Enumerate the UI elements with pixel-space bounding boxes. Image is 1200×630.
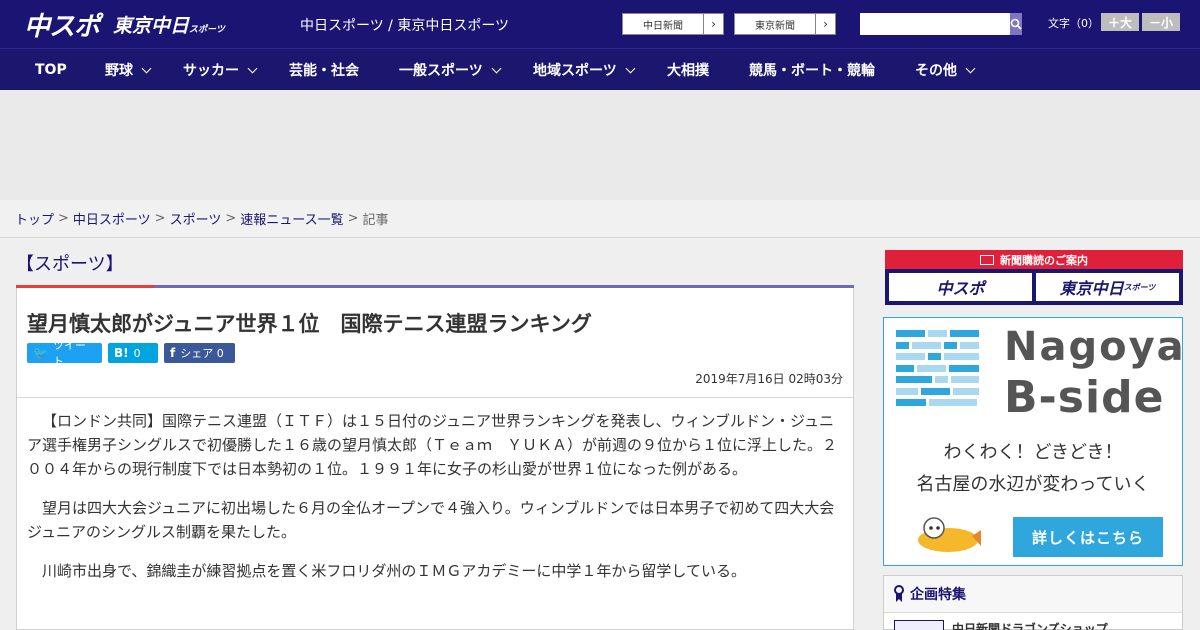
nav-item-entertainment[interactable]: 芸能・社会 [289,49,359,91]
ribbon-icon [894,585,904,602]
facebook-icon: f [170,346,176,360]
hatena-bookmark-button[interactable]: B! 0 [108,343,158,363]
twitter-icon: 🐦 [33,346,48,360]
ad-space [0,90,1200,200]
chevron-right-icon: › [815,14,835,34]
site-title: 中日スポーツ / 東京中日スポーツ [300,18,510,34]
search-box [860,13,1022,35]
dragons-shop-thumbnail [894,620,944,630]
font-size-label: 文字（0） [1048,17,1099,30]
nav-item-racing[interactable]: 競馬・ボート・競輪 [749,49,875,91]
font-larger-button[interactable]: ＋大 [1101,13,1139,31]
special-features-title: 企画特集 [910,587,966,603]
chevron-right-icon: › [703,14,723,34]
nav-item-top[interactable]: TOP [35,49,67,91]
main-nav: TOP 野球 サッカー 芸能・社会 一般スポーツ 地域スポーツ 大相撲 競馬・ボ… [0,48,1200,90]
nagoya-bside-ad[interactable]: Nagoya B-side わくわく！どきどき！ 名古屋の水辺が変わっていく 詳… [883,317,1186,566]
hatena-icon: B! [114,346,129,360]
chevron-down-icon [247,63,258,73]
bside-tagline-1: わくわく！どきどき！ [943,442,1123,463]
mascot-shrimp-icon [918,517,981,552]
article-category: 【スポーツ】 [16,254,124,275]
breadcrumb-news-list[interactable]: 速報ニュース一覧 [240,209,343,228]
subscription-banner[interactable]: 新聞購読のご案内 中スポ 東京中日 スポーツ [885,250,1183,305]
site-logo[interactable]: 中スポ 東京中日スポーツ [24,8,225,42]
nav-item-local-sports[interactable]: 地域スポーツ [533,49,636,91]
nav-item-soccer[interactable]: サッカー [183,49,258,91]
article-paragraph: 望月は四大大会ジュニアに初出場した６月の全仏オープンで４強入り。ウィンブルドンで… [27,499,835,541]
nav-item-general-sports[interactable]: 一般スポーツ [399,49,502,91]
tokyo-shimbun-link[interactable]: 東京新聞 › [734,13,836,35]
search-input[interactable] [860,13,1010,35]
breadcrumb: トップ > 中日スポーツ > スポーツ > 速報ニュース一覧 > 記事 [0,200,1200,238]
breadcrumb-chunichi-sports[interactable]: 中日スポーツ [73,209,151,228]
nav-item-baseball[interactable]: 野球 [105,49,152,91]
chevron-down-icon [965,63,976,73]
logo-chuspo: 中スポ [24,11,100,42]
facebook-share-button[interactable]: f シェア 0 [164,343,235,363]
article-paragraph: 川崎市出身で、錦織圭が練習拠点を置く米フロリダ州のＩＭＧアカデミーに中学１年から… [42,562,746,580]
subscribe-chuspo-button[interactable]: 中スポ [889,273,1032,301]
tweet-button[interactable]: 🐦 ツイート [27,339,102,368]
article-body: 【ロンドン共同】国際テニス連盟（ＩＴＦ）は１５日付のジュニア世界ランキングを発表… [27,409,845,598]
bside-logo-grid [896,330,982,414]
nav-item-sumo[interactable]: 大相撲 [667,49,709,91]
article-paragraph: 【ロンドン共同】国際テニス連盟（ＩＴＦ）は１５日付のジュニア世界ランキングを発表… [27,412,838,478]
subscribe-tokyo-chunichi-button[interactable]: 東京中日 スポーツ [1036,273,1179,301]
breadcrumb-current: 記事 [362,213,389,228]
search-icon [1010,18,1022,30]
chevron-down-icon [141,63,152,73]
bside-tagline-2: 名古屋の水辺が変わっていく [916,474,1150,495]
breadcrumb-top[interactable]: トップ [15,209,54,228]
bside-title-bside: B-side [1004,372,1165,423]
logo-tokyo-chunichi: 東京中日スポーツ [113,14,225,37]
article: 望月慎太郎がジュニア世界１位 国際テニス連盟ランキング 🐦 ツイート B! 0 … [16,288,854,630]
special-features-panel: 企画特集 中日新聞ドラゴンズショップ [883,575,1183,630]
newspaper-icon [980,254,994,265]
breadcrumb-sports[interactable]: スポーツ [170,209,222,228]
article-date: 2019年7月16日 02時03分 [695,372,843,386]
chevron-down-icon [625,63,636,73]
chunichi-shimbun-link[interactable]: 中日新聞 › [622,13,724,35]
search-button[interactable] [1010,13,1022,35]
chevron-down-icon [491,63,502,73]
special-feature-item[interactable]: 中日新聞ドラゴンズショップ [894,620,1108,630]
bside-details-button[interactable]: 詳しくはこちら [1013,517,1163,557]
nav-item-other[interactable]: その他 [915,49,976,91]
article-headline: 望月慎太郎がジュニア世界１位 国際テニス連盟ランキング [27,312,592,336]
header: 中スポ 東京中日スポーツ 中日スポーツ / 東京中日スポーツ 中日新聞 › 東京… [0,0,1200,48]
bside-title-nagoya: Nagoya [1004,324,1186,370]
font-smaller-button[interactable]: －小 [1142,13,1180,31]
